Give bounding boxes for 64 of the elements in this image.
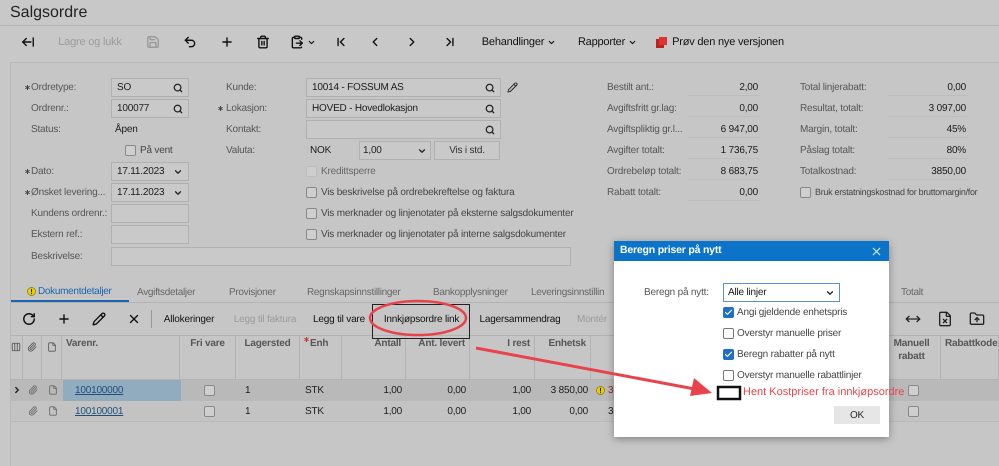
summary-value: 6 947,00	[688, 122, 760, 138]
table-cell: 1,00	[383, 406, 402, 416]
field-label: Kunde:	[225, 81, 258, 95]
checkbox-label: Vis merknader og linjenotater på interne salgsdokumenter	[321, 228, 566, 242]
option-label: Overstyr manuelle priser	[737, 327, 842, 341]
checkbox-label: Bruk erstatningskostnad for bruttomargin/for	[815, 186, 978, 199]
field-label: Valuta:	[225, 144, 256, 158]
summary-label: Resultat, totalt:	[800, 102, 864, 116]
summary-label: Avgiftspliktig gr.l...	[607, 123, 684, 137]
table-cell: STK	[305, 384, 324, 396]
field-label: Dato:	[25, 164, 111, 179]
checkbox-label: Vis beskrivelse på ordrebekreftelse og faktura	[321, 186, 515, 200]
option-label: Angi gjeldende enhetspris	[737, 306, 848, 320]
table-cell: STK	[305, 406, 324, 416]
summary-value: 3850,00	[888, 164, 968, 180]
field-label: Ordrenr.:	[30, 102, 70, 116]
table-cell: 1	[245, 406, 250, 416]
summary-value: 0,00	[688, 100, 760, 116]
table-cell: 0,00	[569, 406, 588, 416]
table-cell-text: 3	[608, 404, 614, 418]
table-cell: 1	[245, 384, 250, 396]
summary-label: Rabatt totalt:	[607, 186, 662, 200]
summary-label: Totalkostnad:	[800, 165, 858, 179]
field-label: Ordretype:	[25, 80, 111, 95]
table-cell: 1,00	[383, 384, 402, 396]
checkbox-label: Kredittsperre	[321, 165, 376, 179]
summary-label: Påslag totalt:	[800, 144, 856, 158]
checkbox-label: Vis merknader og linjenotater på eksterne salgsdokumenter	[321, 207, 574, 221]
summary-value: 1 736,75	[688, 142, 760, 158]
summary-label: Avgiftsfritt gr.lag:	[607, 102, 678, 116]
field-label: Kundens ordrenr.:	[30, 207, 108, 221]
summary-value: 45%	[888, 122, 968, 138]
summary-value: 0,00	[688, 184, 760, 200]
summary-label: Avgifter totalt:	[607, 144, 666, 158]
annotation-text: Hent Kostpriser fra innkjøpsordre	[743, 386, 904, 399]
field-label: Lokasjon:	[218, 101, 306, 116]
summary-value: 2,00	[688, 80, 760, 96]
table-cell: 1,00	[512, 384, 531, 396]
summary-label: Ordrebeløp totalt:	[607, 165, 682, 179]
summary-value: 8 683,75	[688, 164, 760, 180]
field-label: Ekstern ref.:	[30, 228, 84, 242]
status-value: Åpen	[114, 122, 139, 137]
table-cell: 3 850,00	[550, 384, 588, 396]
field-label: Kontakt:	[225, 123, 262, 137]
field-label: Ønsket levering...	[25, 185, 111, 200]
summary-label: Bestilt ant.:	[607, 81, 655, 95]
checkbox-label: På vent	[140, 144, 173, 158]
field-label: Beskrivelse:	[31, 250, 84, 264]
summary-value: 0,00	[888, 80, 968, 96]
summary-value: 80%	[888, 142, 968, 158]
page-title: Salgsordre	[10, 2, 88, 22]
summary-value: 3 097,00	[888, 100, 968, 116]
table-cell: 0,00	[447, 384, 466, 396]
option-label: Beregn rabatter på nytt	[737, 348, 835, 362]
field-label: Beregn på nytt:	[644, 286, 710, 300]
table-cell: 1,00	[512, 406, 531, 416]
table-cell-text: 3	[608, 384, 614, 398]
dialog-title: Beregn priser på nytt	[620, 243, 722, 258]
option-label: Overstyr manuelle rabattlinjer	[737, 369, 862, 383]
summary-label: Margin, totalt:	[800, 123, 859, 137]
currency-value: NOK	[309, 144, 332, 158]
table-cell: 0,00	[447, 406, 466, 416]
field-label: Status:	[30, 123, 62, 137]
summary-label: Total linjerabatt:	[800, 81, 868, 95]
